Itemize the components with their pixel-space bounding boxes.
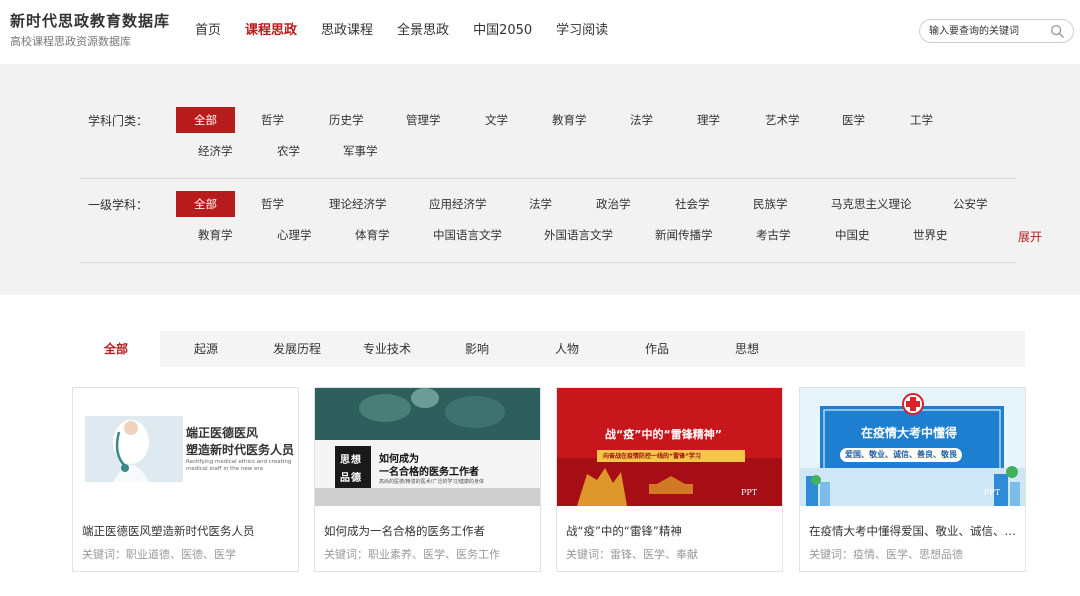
thumb-ppt-tag: PPT xyxy=(741,488,758,497)
category-chip[interactable]: 历史学 xyxy=(329,107,364,133)
category-chip[interactable]: 农学 xyxy=(277,138,300,164)
subject-chip-all[interactable]: 全部 xyxy=(176,191,235,217)
subject-chip[interactable]: 哲学 xyxy=(261,191,284,217)
category-chip[interactable]: 医学 xyxy=(842,107,865,133)
subject-chip[interactable]: 中国语言文学 xyxy=(433,222,502,248)
search-icon[interactable] xyxy=(1050,24,1065,39)
subject-chip[interactable]: 考古学 xyxy=(756,222,791,248)
tab-people[interactable]: 人物 xyxy=(522,331,612,367)
thumb-heading-2: 一名合格的医务工作者 xyxy=(379,467,479,478)
filter-panel: 学科门类： 全部 哲学 历史学 管理学 文学 教育学 法学 理学 艺术学 医学 … xyxy=(0,64,1080,295)
topic-tabs: 全部 起源 发展历程 专业技术 影响 人物 作品 思想 xyxy=(72,331,1025,367)
card-keywords: 关键词：职业素养、医学、医务工作 xyxy=(324,548,500,561)
resource-card[interactable]: 端正医德医风 塑造新时代医务人员 Rectifying medical ethi… xyxy=(72,387,299,572)
resource-card[interactable]: 思想 品德 如何成为 一名合格的医务工作者 高尚的医德/精湛的医术/广泛的学习/… xyxy=(314,387,541,572)
subject-chip[interactable]: 心理学 xyxy=(277,222,312,248)
thumb-heading-2: 爱国、敬业、诚信、善良、敬畏 xyxy=(840,448,962,462)
subject-chip[interactable]: 政治学 xyxy=(596,191,631,217)
tab-all[interactable]: 全部 xyxy=(72,331,160,367)
thumb-heading-1: 在疫情大考中懂得 xyxy=(861,426,958,440)
site-header: 新时代思政教育数据库 高校课程思政资源数据库 首页 课程思政 思政课程 全景思政… xyxy=(0,0,1080,64)
subject-chip[interactable]: 法学 xyxy=(529,191,552,217)
subject-chip[interactable]: 新闻传播学 xyxy=(655,222,713,248)
card-keywords: 关键词：疫情、医学、思想品德 xyxy=(809,548,963,561)
thumb-heading-1: 战“疫”中的“雷锋精神” xyxy=(605,428,722,441)
category-chip[interactable]: 军事学 xyxy=(343,138,378,164)
card-thumbnail: 端正医德医风 塑造新时代医务人员 Rectifying medical ethi… xyxy=(73,388,298,506)
subject-filter-label: 一级学科： xyxy=(88,198,149,212)
tab-works[interactable]: 作品 xyxy=(612,331,702,367)
category-chip[interactable]: 文学 xyxy=(485,107,508,133)
search-box xyxy=(919,19,1074,43)
card-title[interactable]: 如何成为一名合格的医务工作者 xyxy=(324,523,532,539)
category-chip[interactable]: 经济学 xyxy=(198,138,233,164)
category-filter-label: 学科门类： xyxy=(88,114,149,128)
subject-chip[interactable]: 民族学 xyxy=(753,191,788,217)
subject-chip[interactable]: 世界史 xyxy=(913,222,948,248)
nav-study-reading[interactable]: 学习阅读 xyxy=(556,20,608,42)
nav-panorama-ideology[interactable]: 全景思政 xyxy=(397,20,449,42)
card-keywords: 关键词：雷锋、医学、奉献 xyxy=(566,548,698,561)
card-thumbnail: 战“疫”中的“雷锋精神” 向奋战在疫情防控一线的“雷锋”学习 PPT xyxy=(557,388,782,506)
resource-card[interactable]: 战“疫”中的“雷锋精神” 向奋战在疫情防控一线的“雷锋”学习 PPT 战“疫”中… xyxy=(556,387,783,572)
card-title[interactable]: 端正医德医风塑造新时代医务人员 xyxy=(82,523,290,539)
thumb-ppt-tag: PPT xyxy=(984,488,1001,497)
thumb-caption: 高尚的医德/精湛的医术/广泛的学习/健康的身体 xyxy=(379,479,485,485)
subject-chip[interactable]: 理论经济学 xyxy=(329,191,387,217)
subject-chip[interactable]: 教育学 xyxy=(198,222,233,248)
category-chip-all[interactable]: 全部 xyxy=(176,107,235,133)
subject-chip[interactable]: 公安学 xyxy=(953,191,988,217)
category-chip[interactable]: 哲学 xyxy=(261,107,284,133)
category-chip[interactable]: 理学 xyxy=(697,107,720,133)
card-thumbnail: 在疫情大考中懂得 爱国、敬业、诚信、善良、敬畏 PPT xyxy=(800,388,1025,506)
tab-technology[interactable]: 专业技术 xyxy=(342,331,432,367)
category-chip[interactable]: 艺术学 xyxy=(765,107,800,133)
category-chip[interactable]: 法学 xyxy=(630,107,653,133)
subject-chip[interactable]: 体育学 xyxy=(355,222,390,248)
nav-ideology-course[interactable]: 思政课程 xyxy=(321,20,373,42)
category-chip[interactable]: 管理学 xyxy=(406,107,441,133)
subject-chip[interactable]: 外国语言文学 xyxy=(544,222,613,248)
filter-divider xyxy=(80,262,1016,263)
card-title[interactable]: 战“疫”中的“雷锋”精神 xyxy=(566,523,774,539)
nav-china-2050[interactable]: 中国2050 xyxy=(473,20,532,42)
expand-link[interactable]: 展开 xyxy=(1018,228,1042,245)
subject-chip[interactable]: 中国史 xyxy=(835,222,870,248)
site-logo-title[interactable]: 新时代思政教育数据库 xyxy=(10,10,170,31)
card-title[interactable]: 在疫情大考中懂得爱国、敬业、诚信、友善 xyxy=(809,523,1017,539)
thumb-badge-1: 思想 xyxy=(340,455,362,466)
filter-divider xyxy=(80,178,1016,179)
nav-course-ideology[interactable]: 课程思政 xyxy=(245,20,297,42)
tab-origin[interactable]: 起源 xyxy=(162,331,250,367)
card-thumbnail: 思想 品德 如何成为 一名合格的医务工作者 高尚的医德/精湛的医术/广泛的学习/… xyxy=(315,388,540,506)
tab-history[interactable]: 发展历程 xyxy=(252,331,342,367)
subject-chip[interactable]: 社会学 xyxy=(675,191,710,217)
tab-thought[interactable]: 思想 xyxy=(702,331,792,367)
thumb-caption: Rectifying medical ethics and creating m… xyxy=(186,459,292,472)
thumb-heading-1: 端正医德医风 xyxy=(186,426,259,440)
card-keywords: 关键词：职业道德、医德、医学 xyxy=(82,548,236,561)
category-chip[interactable]: 教育学 xyxy=(552,107,587,133)
thumb-badge-2: 品德 xyxy=(340,473,362,484)
subject-chip[interactable]: 马克思主义理论 xyxy=(831,191,912,217)
search-input[interactable] xyxy=(929,23,1049,39)
category-chip[interactable]: 工学 xyxy=(910,107,933,133)
thumb-heading-2: 塑造新时代医务人员 xyxy=(186,443,295,457)
tab-influence[interactable]: 影响 xyxy=(432,331,522,367)
subject-chip[interactable]: 应用经济学 xyxy=(429,191,487,217)
thumb-heading-2: 向奋战在疫情防控一线的“雷锋”学习 xyxy=(603,453,701,460)
site-logo-subtitle: 高校课程思政资源数据库 xyxy=(10,35,131,48)
main-nav: 首页 课程思政 思政课程 全景思政 中国2050 学习阅读 xyxy=(195,20,632,42)
resource-card[interactable]: 在疫情大考中懂得 爱国、敬业、诚信、善良、敬畏 PPT 在疫情大考中懂得爱国、敬… xyxy=(799,387,1026,572)
nav-home[interactable]: 首页 xyxy=(195,20,221,42)
